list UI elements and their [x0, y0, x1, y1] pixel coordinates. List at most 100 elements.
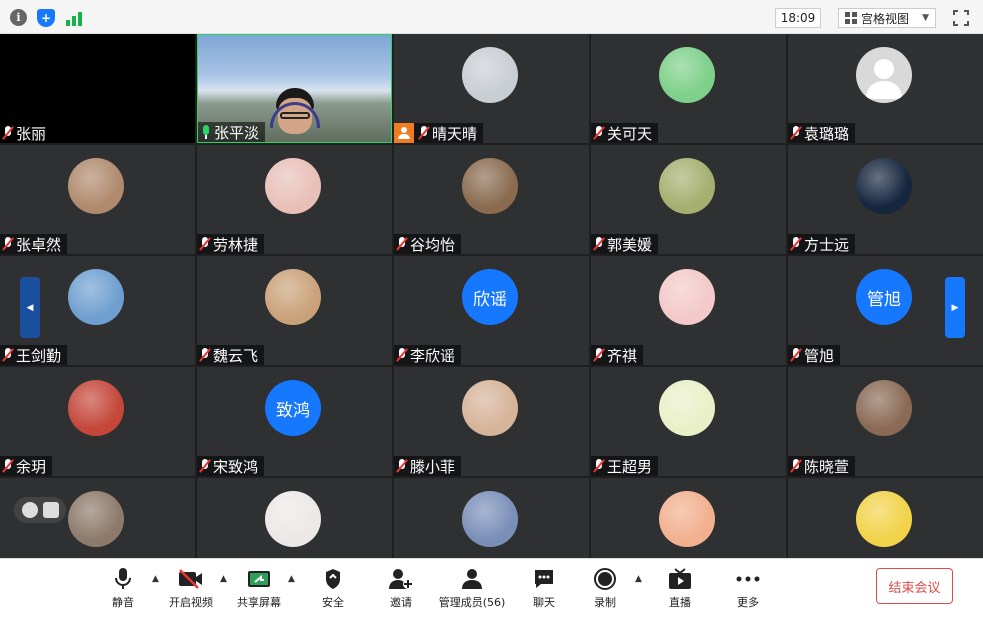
- participant-tile[interactable]: 致鸿宋致鸿: [197, 367, 392, 476]
- security-button[interactable]: 安全: [320, 567, 346, 610]
- network-signal-icon[interactable]: [66, 10, 82, 26]
- participant-name: 张丽: [16, 124, 47, 143]
- start-video-button[interactable]: 开启视频: [167, 567, 215, 610]
- participant-tile[interactable]: [197, 478, 392, 558]
- microphone-muted-icon: [199, 237, 211, 251]
- participant-name: 齐祺: [607, 346, 638, 365]
- participant-tile[interactable]: [788, 478, 983, 558]
- participant-name-bar: 李欣谣: [394, 345, 462, 365]
- record-button[interactable]: 录制: [592, 567, 618, 610]
- share-options-caret[interactable]: ▲: [288, 574, 295, 584]
- participant-tile[interactable]: [394, 478, 589, 558]
- chat-label: 聊天: [533, 596, 555, 609]
- participant-name-bar: 方士远: [788, 234, 856, 254]
- manage-members-button[interactable]: 管理成员(56): [438, 567, 506, 610]
- participant-tile[interactable]: 张卓然: [0, 145, 195, 254]
- audio-options-caret[interactable]: ▲: [152, 574, 159, 584]
- participant-avatar: [462, 158, 518, 214]
- participant-tile[interactable]: 滕小菲: [394, 367, 589, 476]
- participant-name: 宋致鸿: [213, 457, 259, 476]
- participant-name-bar: 张丽: [0, 123, 53, 143]
- mute-button[interactable]: 静音: [108, 567, 138, 610]
- participant-avatar: [659, 380, 715, 436]
- invite-button[interactable]: 邀请: [388, 567, 414, 610]
- participant-avatar: 致鸿: [265, 380, 321, 436]
- record-options-caret[interactable]: ▲: [635, 574, 642, 584]
- emoji-icon[interactable]: [21, 502, 38, 518]
- participant-name: 余玥: [16, 457, 47, 476]
- participant-avatar: [856, 158, 912, 214]
- invite-label: 邀请: [390, 596, 412, 609]
- video-options-caret[interactable]: ▲: [220, 574, 227, 584]
- microphone-muted-icon: [2, 348, 14, 362]
- microphone-muted-icon: [418, 126, 430, 140]
- participant-tile[interactable]: 陈晓萱: [788, 367, 983, 476]
- participant-name: 王剑勤: [16, 346, 62, 365]
- next-page-button[interactable]: ▶: [945, 277, 965, 338]
- live-stream-button[interactable]: 直播: [667, 567, 693, 610]
- reactions-float[interactable]: [14, 497, 66, 523]
- previous-page-button[interactable]: ◀: [20, 277, 40, 338]
- security-label: 安全: [322, 596, 344, 609]
- top-bar: i + 18:09 宫格视图 ▼: [0, 0, 983, 34]
- end-meeting-button[interactable]: 结束会议: [876, 568, 953, 604]
- participant-tile[interactable]: 晴天晴: [394, 34, 589, 143]
- participant-name-bar: 晴天晴: [394, 123, 484, 143]
- message-icon[interactable]: [42, 502, 59, 518]
- security-shield-icon[interactable]: +: [37, 9, 55, 27]
- participant-avatar: [659, 491, 715, 547]
- participant-tile[interactable]: 余玥: [0, 367, 195, 476]
- participant-tile[interactable]: 郭美媛: [591, 145, 786, 254]
- microphone-muted-icon: [199, 459, 211, 473]
- participant-name: 魏云飞: [213, 346, 259, 365]
- participant-tile[interactable]: 谷均怡: [394, 145, 589, 254]
- participant-tile[interactable]: 王超男: [591, 367, 786, 476]
- participant-avatar: 管旭: [856, 269, 912, 325]
- participant-name-bar: 谷均怡: [394, 234, 462, 254]
- more-button[interactable]: 更多: [735, 567, 761, 610]
- participant-name-bar: 袁璐璐: [788, 123, 856, 143]
- share-screen-label: 共享屏幕: [237, 596, 281, 609]
- participant-avatar: [462, 491, 518, 547]
- participant-tile[interactable]: 方士远: [788, 145, 983, 254]
- participant-avatar: [462, 47, 518, 103]
- participant-name-bar: 关可天: [591, 123, 659, 143]
- participant-tile[interactable]: 欣谣 李欣谣: [394, 256, 589, 365]
- more-dots-icon: [736, 567, 760, 591]
- microphone-muted-icon: [396, 459, 408, 473]
- participant-name: 袁璐璐: [804, 124, 850, 143]
- participant-tile[interactable]: 齐祺: [591, 256, 786, 365]
- participant-grid: 张丽 张平淡 晴天晴 关可天 袁璐璐张卓然 劳林捷 谷均怡 郭美媛 方士远王剑勤 魏云飞 欣谣 李欣谣…: [0, 34, 983, 558]
- participant-tile[interactable]: 袁璐璐: [788, 34, 983, 143]
- share-screen-button[interactable]: 共享屏幕: [235, 567, 283, 610]
- participant-avatar: [265, 158, 321, 214]
- microphone-muted-icon: [790, 348, 802, 362]
- participant-name-bar: 陈晓萱: [788, 456, 856, 476]
- participant-tile[interactable]: 张丽: [0, 34, 195, 143]
- chat-button[interactable]: 聊天: [531, 567, 557, 610]
- participant-name: 晴天晴: [432, 124, 478, 143]
- participant-avatar: [659, 269, 715, 325]
- participant-tile[interactable]: 张平淡: [197, 34, 392, 143]
- participant-avatar: 欣谣: [462, 269, 518, 325]
- shield-icon: [324, 567, 342, 591]
- grid-view-icon: [845, 12, 857, 24]
- participant-name: 郭美媛: [607, 235, 653, 254]
- microphone-muted-icon: [790, 459, 802, 473]
- participant-tile[interactable]: 关可天: [591, 34, 786, 143]
- participant-avatar: [68, 158, 124, 214]
- view-mode-dropdown[interactable]: 宫格视图 ▼: [838, 8, 936, 28]
- participant-name: 管旭: [804, 346, 835, 365]
- record-icon: [593, 567, 617, 591]
- fullscreen-icon[interactable]: [953, 10, 969, 26]
- info-icon[interactable]: i: [10, 9, 27, 26]
- live-stream-label: 直播: [669, 596, 691, 609]
- participant-tile[interactable]: 劳林捷: [197, 145, 392, 254]
- participant-avatar: [462, 380, 518, 436]
- microphone-muted-icon: [790, 126, 802, 140]
- manage-members-label: 管理成员(56): [438, 596, 506, 609]
- participant-tile[interactable]: [591, 478, 786, 558]
- participant-name-bar: 余玥: [0, 456, 53, 476]
- participant-tile[interactable]: 魏云飞: [197, 256, 392, 365]
- participant-name-bar: 王剑勤: [0, 345, 68, 365]
